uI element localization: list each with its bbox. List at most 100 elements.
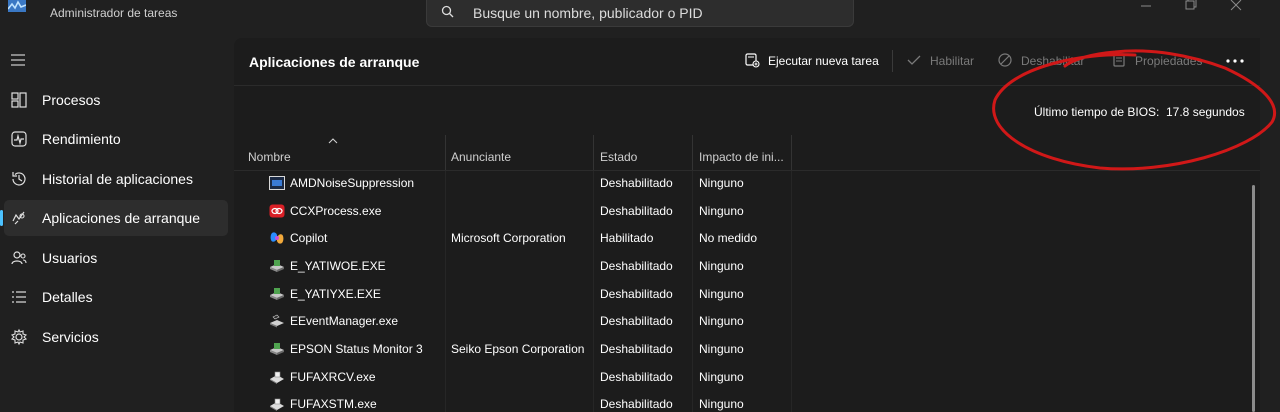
sidebar-item-details[interactable]: Detalles bbox=[4, 279, 228, 315]
column-header-startup-impact[interactable]: Impacto de ini... bbox=[699, 150, 784, 164]
sidebar-item-label: Historial de aplicaciones bbox=[42, 171, 193, 187]
checkmark-icon bbox=[907, 55, 921, 65]
hamburger-menu-icon[interactable] bbox=[10, 53, 26, 67]
processes-icon bbox=[11, 92, 27, 108]
app-status: Deshabilitado bbox=[600, 342, 673, 356]
properties-label: Propiedades bbox=[1135, 54, 1203, 68]
sidebar-item-services[interactable]: Servicios bbox=[4, 319, 228, 355]
disable-label: Deshabilitar bbox=[1021, 54, 1085, 68]
sidebar-item-startup-apps[interactable]: Aplicaciones de arranque bbox=[0, 200, 228, 236]
column-header-status[interactable]: Estado bbox=[600, 150, 637, 164]
enable-label: Habilitar bbox=[930, 54, 975, 68]
restore-button[interactable] bbox=[1170, 0, 1210, 14]
table-row[interactable]: CCXProcess.exe Deshabilitado Ninguno bbox=[234, 198, 1244, 226]
epson-printer-icon bbox=[270, 288, 284, 300]
sidebar-item-label: Servicios bbox=[42, 329, 99, 345]
selection-indicator bbox=[0, 210, 3, 226]
users-icon bbox=[11, 251, 27, 265]
history-icon bbox=[12, 172, 26, 186]
sidebar-item-label: Procesos bbox=[42, 92, 101, 108]
table-row[interactable]: EPSON Status Monitor 3 Seiko Epson Corpo… bbox=[234, 336, 1244, 364]
table-row[interactable]: E_YATIYXE.EXE Deshabilitado Ninguno bbox=[234, 281, 1244, 309]
column-separator[interactable] bbox=[692, 135, 693, 170]
run-task-icon bbox=[745, 53, 760, 68]
search-placeholder: Busque un nombre, publicador o PID bbox=[473, 5, 703, 21]
properties-icon bbox=[1113, 53, 1125, 67]
app-impact: No medido bbox=[699, 231, 758, 245]
main-panel: Aplicaciones de arranque Ejecutar nueva … bbox=[234, 38, 1260, 412]
table-row[interactable]: AMDNoiseSuppression Deshabilitado Ningun… bbox=[234, 170, 1244, 198]
app-status: Deshabilitado bbox=[600, 204, 673, 218]
copilot-icon bbox=[270, 232, 284, 244]
run-new-task-label: Ejecutar nueva tarea bbox=[768, 54, 879, 68]
app-name: E_YATIWOE.EXE bbox=[290, 259, 386, 273]
close-button[interactable] bbox=[1216, 0, 1256, 14]
page-title: Aplicaciones de arranque bbox=[249, 54, 420, 70]
app-name: CCXProcess.exe bbox=[290, 204, 382, 218]
app-impact: Ninguno bbox=[699, 176, 744, 190]
table-row[interactable]: Copilot Microsoft Corporation Habilitado… bbox=[234, 225, 1244, 253]
app-impact: Ninguno bbox=[699, 370, 744, 384]
app-publisher: Microsoft Corporation bbox=[451, 231, 566, 245]
app-impact: Ninguno bbox=[699, 287, 744, 301]
sidebar-item-label: Detalles bbox=[42, 289, 93, 305]
scanner-icon bbox=[270, 314, 284, 328]
column-header-name[interactable]: Nombre bbox=[248, 150, 291, 164]
window-edge bbox=[1260, 28, 1280, 412]
table-row[interactable]: EEventManager.exe Deshabilitado Ninguno bbox=[234, 308, 1244, 336]
app-status: Deshabilitado bbox=[600, 287, 673, 301]
app-impact: Ninguno bbox=[699, 314, 744, 328]
column-separator[interactable] bbox=[593, 135, 594, 170]
app-name: EPSON Status Monitor 3 bbox=[290, 342, 423, 356]
app-status: Deshabilitado bbox=[600, 314, 673, 328]
toolbar-separator bbox=[892, 50, 893, 72]
column-separator[interactable] bbox=[445, 135, 446, 170]
fax-icon bbox=[270, 398, 284, 411]
app-impact: Ninguno bbox=[699, 397, 744, 411]
toolbar-divider bbox=[234, 85, 1260, 86]
sidebar-item-processes[interactable]: Procesos bbox=[4, 82, 228, 118]
column-header-publisher[interactable]: Anunciante bbox=[451, 150, 511, 164]
app-impact: Ninguno bbox=[699, 259, 744, 273]
epson-printer-icon bbox=[270, 343, 284, 355]
app-name: Copilot bbox=[290, 231, 328, 245]
sidebar-item-label: Usuarios bbox=[42, 250, 98, 266]
more-options-icon[interactable] bbox=[1224, 58, 1246, 64]
app-publisher: Seiko Epson Corporation bbox=[451, 342, 585, 356]
bios-time-value: 17.8 segundos bbox=[1166, 105, 1245, 119]
adobe-cc-icon bbox=[269, 204, 285, 218]
app-status: Deshabilitado bbox=[600, 397, 673, 411]
block-icon bbox=[998, 53, 1012, 67]
fax-icon bbox=[270, 371, 284, 384]
app-status: Deshabilitado bbox=[600, 259, 673, 273]
app-name: EEventManager.exe bbox=[290, 314, 399, 328]
amd-app-icon bbox=[269, 176, 285, 190]
app-status: Deshabilitado bbox=[600, 176, 673, 190]
window-title: Administrador de tareas bbox=[50, 6, 178, 20]
table-row[interactable]: FUFAXRCV.exe Deshabilitado Ninguno bbox=[234, 364, 1244, 392]
sort-ascending-icon bbox=[328, 138, 338, 144]
sidebar-item-label: Rendimiento bbox=[42, 131, 121, 147]
sidebar-item-performance[interactable]: Rendimiento bbox=[4, 121, 228, 157]
sidebar-item-users[interactable]: Usuarios bbox=[4, 240, 228, 276]
bios-time-label: Último tiempo de BIOS: bbox=[1034, 105, 1160, 119]
performance-icon bbox=[11, 131, 27, 147]
app-name: E_YATIYXE.EXE bbox=[290, 287, 381, 301]
sidebar-item-label: Aplicaciones de arranque bbox=[42, 210, 200, 226]
app-impact: Ninguno bbox=[699, 342, 744, 356]
table-row[interactable]: FUFAXSTM.exe Deshabilitado Ninguno bbox=[234, 391, 1244, 412]
app-name: AMDNoiseSuppression bbox=[290, 176, 415, 190]
sidebar: Procesos Rendimiento Historial de aplica… bbox=[0, 28, 234, 412]
sidebar-item-app-history[interactable]: Historial de aplicaciones bbox=[4, 161, 228, 197]
search-icon bbox=[441, 5, 454, 18]
app-name: FUFAXRCV.exe bbox=[290, 370, 376, 384]
startup-icon bbox=[12, 211, 25, 225]
app-impact: Ninguno bbox=[699, 204, 744, 218]
minimize-button[interactable] bbox=[1126, 0, 1166, 14]
services-icon bbox=[10, 328, 28, 346]
vertical-scrollbar[interactable] bbox=[1252, 185, 1255, 412]
app-status: Habilitado bbox=[600, 231, 654, 245]
column-separator[interactable] bbox=[791, 135, 792, 170]
epson-printer-icon bbox=[270, 260, 284, 272]
table-row[interactable]: E_YATIWOE.EXE Deshabilitado Ninguno bbox=[234, 253, 1244, 281]
